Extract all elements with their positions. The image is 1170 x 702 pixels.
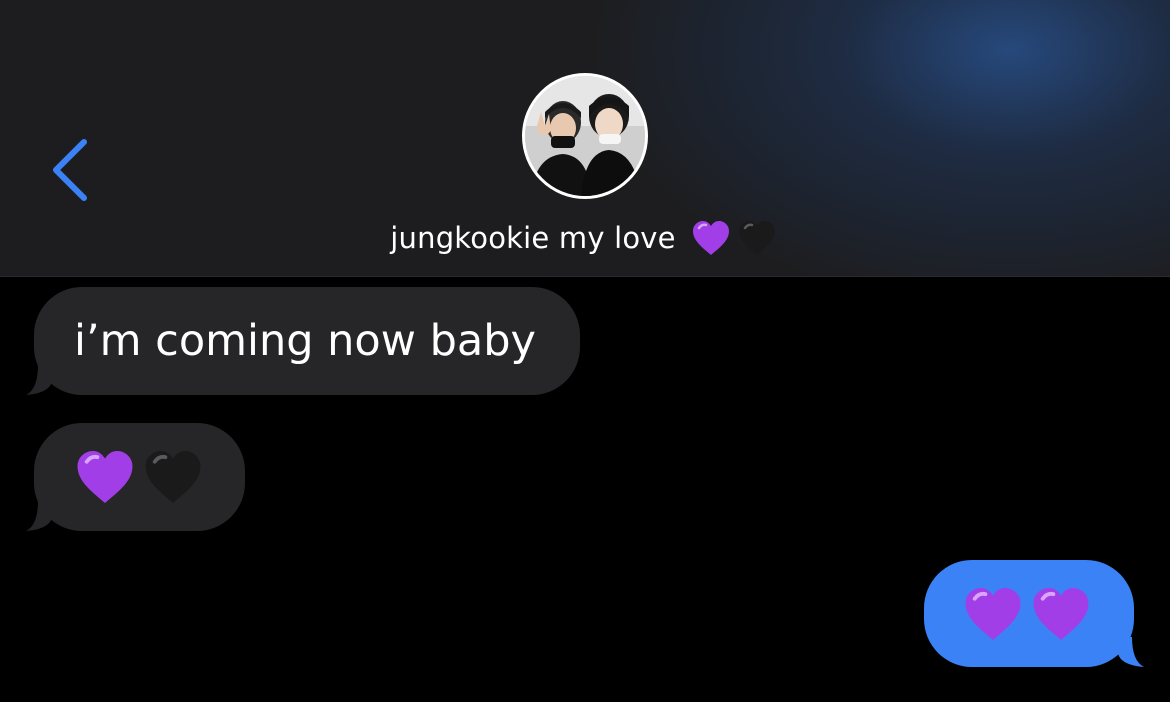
purple-heart-icon xyxy=(77,451,133,503)
bubble-tail xyxy=(26,365,52,395)
black-heart-icon xyxy=(738,221,775,255)
sent-emoji-bubble[interactable] xyxy=(924,560,1134,667)
purple-heart-icon xyxy=(1033,587,1089,640)
contact-avatar-photo xyxy=(525,76,645,196)
black-heart-icon xyxy=(145,451,201,503)
message-text: i’m coming now baby xyxy=(74,315,536,366)
contact-name: jungkookie my love xyxy=(390,221,676,255)
contact-name-button[interactable]: jungkookie my love xyxy=(0,214,1170,262)
purple-heart-icon xyxy=(692,221,729,255)
bubble-tail xyxy=(1118,637,1144,667)
purple-heart-icon xyxy=(965,587,1021,640)
received-emoji-bubble[interactable] xyxy=(34,423,245,531)
conversation-header: jungkookie my love xyxy=(0,0,1170,277)
received-message-bubble[interactable]: i’m coming now baby xyxy=(34,287,580,395)
chevron-left-icon xyxy=(53,139,87,201)
avatar[interactable] xyxy=(522,73,648,199)
bubble-tail xyxy=(26,501,52,531)
message-thread-screen: jungkookie my love i’m coming now baby xyxy=(0,0,1170,702)
back-button[interactable] xyxy=(40,128,104,212)
